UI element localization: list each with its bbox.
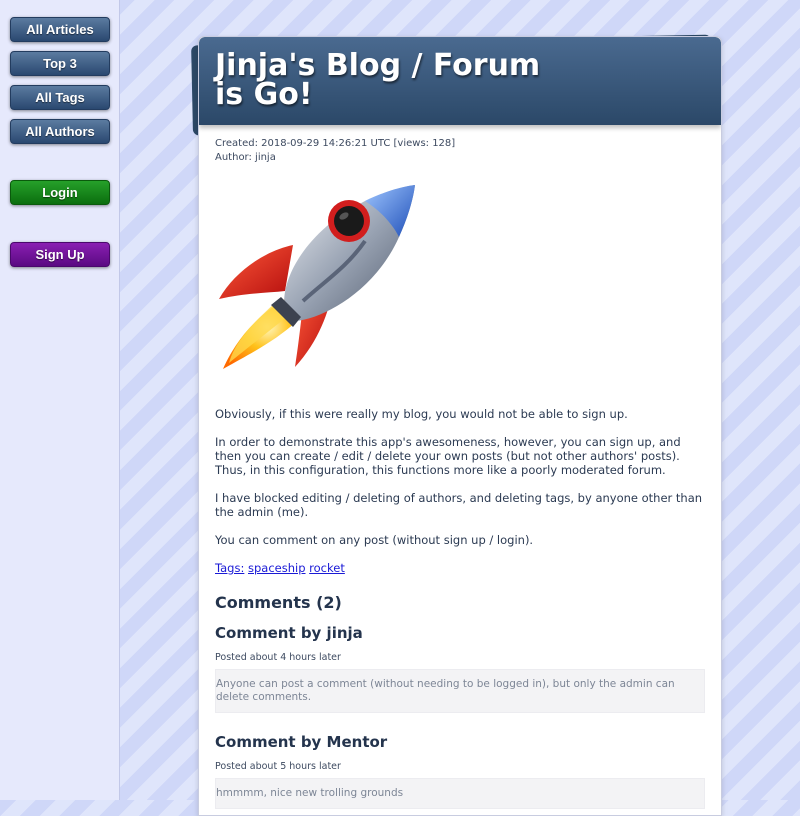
article-header: Jinja's Blog / Forum is Go! [199, 37, 721, 125]
all-authors-button[interactable]: All Authors [10, 119, 110, 144]
comment-2: Comment by Mentor Posted about 5 hours l… [215, 733, 705, 809]
comment-posted: Posted about 5 hours later [215, 761, 341, 772]
rocket-icon [219, 185, 415, 369]
page-title: Jinja's Blog / Forum is Go! [215, 48, 541, 112]
sidebar: All Articles Top 3 All Tags All Authors … [0, 0, 120, 800]
comment-title: Comment by jinja [215, 624, 363, 642]
comment-body: Anyone can post a comment (without needi… [215, 669, 705, 713]
article-card: Jinja's Blog / Forum is Go! Created: 201… [198, 36, 722, 816]
login-button[interactable]: Login [10, 180, 110, 205]
all-tags-button[interactable]: All Tags [10, 85, 110, 110]
paragraph-2: In order to demonstrate this app's aweso… [215, 435, 681, 477]
created-meta: Created: 2018-09-29 14:26:21 UTC [views:… [215, 138, 456, 149]
paragraph-1: Obviously, if this were really my blog, … [215, 407, 628, 421]
author-meta: Author: jinja [215, 152, 276, 163]
tags-line: Tags: spaceship rocket [215, 561, 705, 575]
comment-title: Comment by Mentor [215, 733, 388, 751]
comment-1: Comment by jinja Posted about 4 hours la… [215, 624, 705, 713]
paragraph-3: I have blocked editing / deleting of aut… [215, 491, 703, 519]
all-articles-button[interactable]: All Articles [10, 17, 110, 42]
comment-body: hmmmm, nice new trolling grounds [215, 778, 705, 809]
tags-label-link[interactable]: Tags: [215, 561, 244, 575]
tag-link-spaceship[interactable]: spaceship [248, 561, 306, 575]
top-3-button[interactable]: Top 3 [10, 51, 110, 76]
comment-posted: Posted about 4 hours later [215, 652, 341, 663]
comments-heading: Comments (2) [215, 593, 342, 612]
article-content: Created: 2018-09-29 14:26:21 UTC [views:… [199, 125, 721, 809]
tag-link-rocket[interactable]: rocket [309, 561, 345, 575]
sign-up-button[interactable]: Sign Up [10, 242, 110, 267]
paragraph-4: You can comment on any post (without sig… [215, 533, 534, 547]
